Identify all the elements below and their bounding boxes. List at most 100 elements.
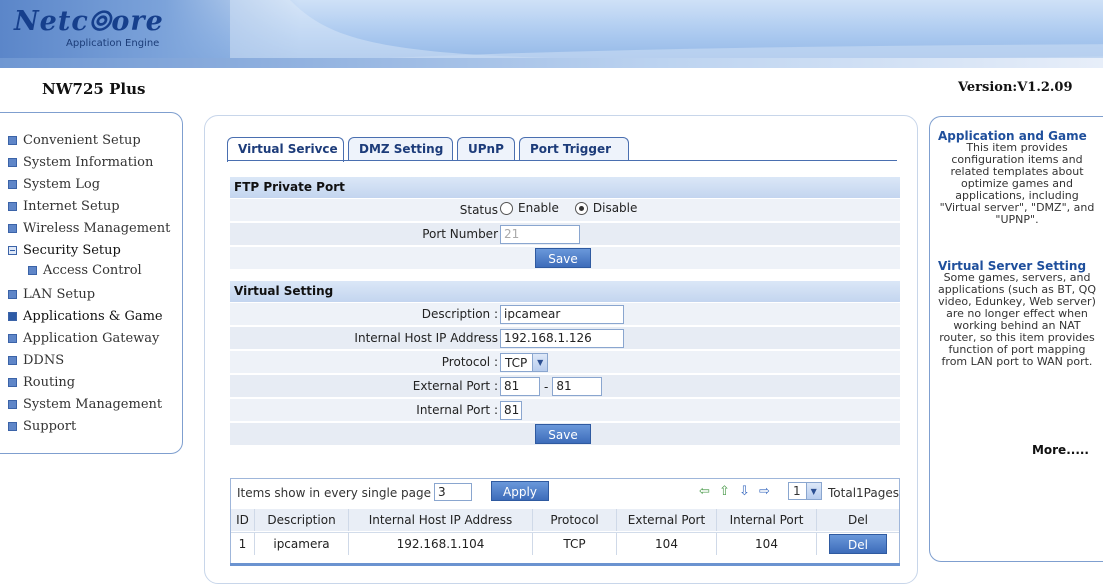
protocol-selected-value: TCP <box>505 355 528 370</box>
help-panel: Application and Game This item provides … <box>929 116 1103 562</box>
arrow-right-icon <box>8 311 17 321</box>
sidebar-item-applications-game[interactable]: Applications & Game <box>8 306 163 326</box>
row-del-cell: Del <box>817 533 899 555</box>
sidebar-item-label: Wireless Management <box>23 220 171 236</box>
help-text-application-game: This item provides configuration items a… <box>939 141 1095 226</box>
next-page-icon[interactable]: ⇩ <box>739 485 753 498</box>
row-id: 1 <box>231 533 255 555</box>
column-header-protocol: Protocol <box>533 509 617 531</box>
sidebar-item-wireless-management[interactable]: Wireless Management <box>8 218 170 238</box>
help-more-link[interactable]: More..... <box>1032 443 1089 457</box>
column-header-id: ID <box>231 509 255 531</box>
square-icon <box>8 179 17 189</box>
external-port-label: External Port : <box>412 379 498 393</box>
sidebar-item-label: Applications & Game <box>23 308 163 324</box>
protocol-select[interactable]: TCP ▼ <box>500 353 549 372</box>
sidebar-item-label: Security Setup <box>23 242 121 258</box>
page-selected-value: 1 <box>793 484 801 498</box>
sidebar-item-convenient-setup[interactable]: Convenient Setup <box>8 130 141 150</box>
tab-port-trigger[interactable]: Port Trigger <box>519 137 629 161</box>
column-header-internal-port: Internal Port <box>717 509 817 531</box>
description-control: ipcamear <box>500 305 624 324</box>
sidebar-item-support[interactable]: Support <box>8 416 76 436</box>
sidebar-item-label: LAN Setup <box>23 286 96 302</box>
sidebar-item-routing[interactable]: Routing <box>8 372 75 392</box>
tab-dmz-setting[interactable]: DMZ Setting <box>348 137 453 161</box>
form-row-description: Description : ipcamear <box>230 303 900 326</box>
logo-main-text: Netc⦾ore <box>14 6 164 37</box>
ftp-save-button[interactable]: Save <box>535 248 591 268</box>
sidebar-item-ddns[interactable]: DDNS <box>8 350 64 370</box>
port-number-control: 21 <box>500 225 580 244</box>
sidebar-item-label: DDNS <box>23 352 65 368</box>
sidebar-item-access-control[interactable]: Access Control <box>28 260 142 280</box>
sidebar-item-label: System Management <box>23 396 163 412</box>
internal-host-control: 192.168.1.126 <box>500 329 624 348</box>
sidebar-item-system-information[interactable]: System Information <box>8 152 153 172</box>
virtual-save-button[interactable]: Save <box>535 424 591 444</box>
sidebar-item-label: Support <box>23 418 77 434</box>
header-stripe <box>0 58 1103 68</box>
version-label: Version:V1.2.09 <box>958 80 1073 95</box>
minus-square-icon <box>8 245 17 255</box>
sidebar-item-system-log[interactable]: System Log <box>8 174 100 194</box>
description-label: Description : <box>421 307 498 321</box>
first-page-icon[interactable]: ⇦ <box>699 485 713 498</box>
chevron-down-icon[interactable]: ▼ <box>805 483 821 499</box>
model-name: NW725 Plus <box>42 80 146 98</box>
sidebar-item-lan-setup[interactable]: LAN Setup <box>8 284 95 304</box>
sidebar-item-label: Application Gateway <box>23 330 160 346</box>
internal-port-input[interactable]: 81 <box>500 401 522 420</box>
apply-button[interactable]: Apply <box>491 481 549 501</box>
form-row-internal-port: Internal Port : 81 <box>230 399 900 422</box>
square-icon <box>8 223 17 233</box>
table-row: 1 ipcamera 192.168.1.104 TCP 104 104 Del <box>231 532 899 555</box>
page-select[interactable]: 1 ▼ <box>788 482 822 500</box>
sidebar-item-label: System Information <box>23 154 154 170</box>
column-header-external-port: External Port <box>617 509 717 531</box>
external-port-to-input[interactable]: 81 <box>552 377 603 396</box>
disable-radio[interactable] <box>574 201 588 215</box>
tab-virtual-service[interactable]: Virtual Serivce <box>227 137 344 162</box>
internal-port-control: 81 <box>500 401 522 420</box>
sidebar-item-security-setup[interactable]: Security Setup <box>8 240 121 260</box>
sidebar-item-system-management[interactable]: System Management <box>8 394 162 414</box>
delete-button[interactable]: Del <box>829 534 887 554</box>
help-text-virtual-server: Some games, servers, and applications (s… <box>938 271 1096 368</box>
form-row-protocol: Protocol : TCP ▼ <box>230 351 900 374</box>
row-description: ipcamera <box>255 533 349 555</box>
pagination-controls: ⇦ ⇧ ⇩ ⇨ <box>699 485 779 498</box>
row-internal-port: 104 <box>717 533 817 555</box>
enable-radio[interactable] <box>500 201 513 215</box>
internal-port-label: Internal Port : <box>416 403 498 417</box>
tab-upnp[interactable]: UPnP <box>457 137 515 161</box>
table-bottom-bar <box>230 563 900 566</box>
square-icon <box>8 201 17 211</box>
chevron-down-icon[interactable]: ▼ <box>532 354 548 371</box>
last-page-icon[interactable]: ⇨ <box>759 485 773 498</box>
items-per-page-input[interactable]: 3 <box>434 483 472 501</box>
internal-host-input[interactable]: 192.168.1.126 <box>500 329 624 348</box>
form-row-ftp-save: Save <box>230 247 900 270</box>
form-row-internal-host: Internal Host IP Address 192.168.1.126 <box>230 327 900 350</box>
sidebar-item-label: Access Control <box>43 262 142 278</box>
column-header-description: Description <box>255 509 349 531</box>
port-number-input[interactable]: 21 <box>500 225 580 244</box>
sidebar-item-label: Internet Setup <box>23 198 120 214</box>
square-icon <box>8 135 17 145</box>
square-icon <box>8 289 17 299</box>
description-input[interactable]: ipcamear <box>500 305 624 324</box>
status-label: Status <box>459 203 498 217</box>
previous-page-icon[interactable]: ⇧ <box>719 485 733 498</box>
enable-radio-label: Enable <box>518 201 559 215</box>
external-port-from-input[interactable]: 81 <box>500 377 540 396</box>
row-external-port: 104 <box>617 533 717 555</box>
header-decoration <box>230 0 1103 66</box>
form-row-status: Status Enable Disable <box>230 199 900 222</box>
sidebar-item-application-gateway[interactable]: Application Gateway <box>8 328 159 348</box>
sidebar-item-label: Convenient Setup <box>23 132 141 148</box>
sidebar-item-internet-setup[interactable]: Internet Setup <box>8 196 120 216</box>
sidebar-item-label: System Log <box>23 176 101 192</box>
square-icon <box>8 421 17 431</box>
range-dash: - <box>544 379 549 394</box>
